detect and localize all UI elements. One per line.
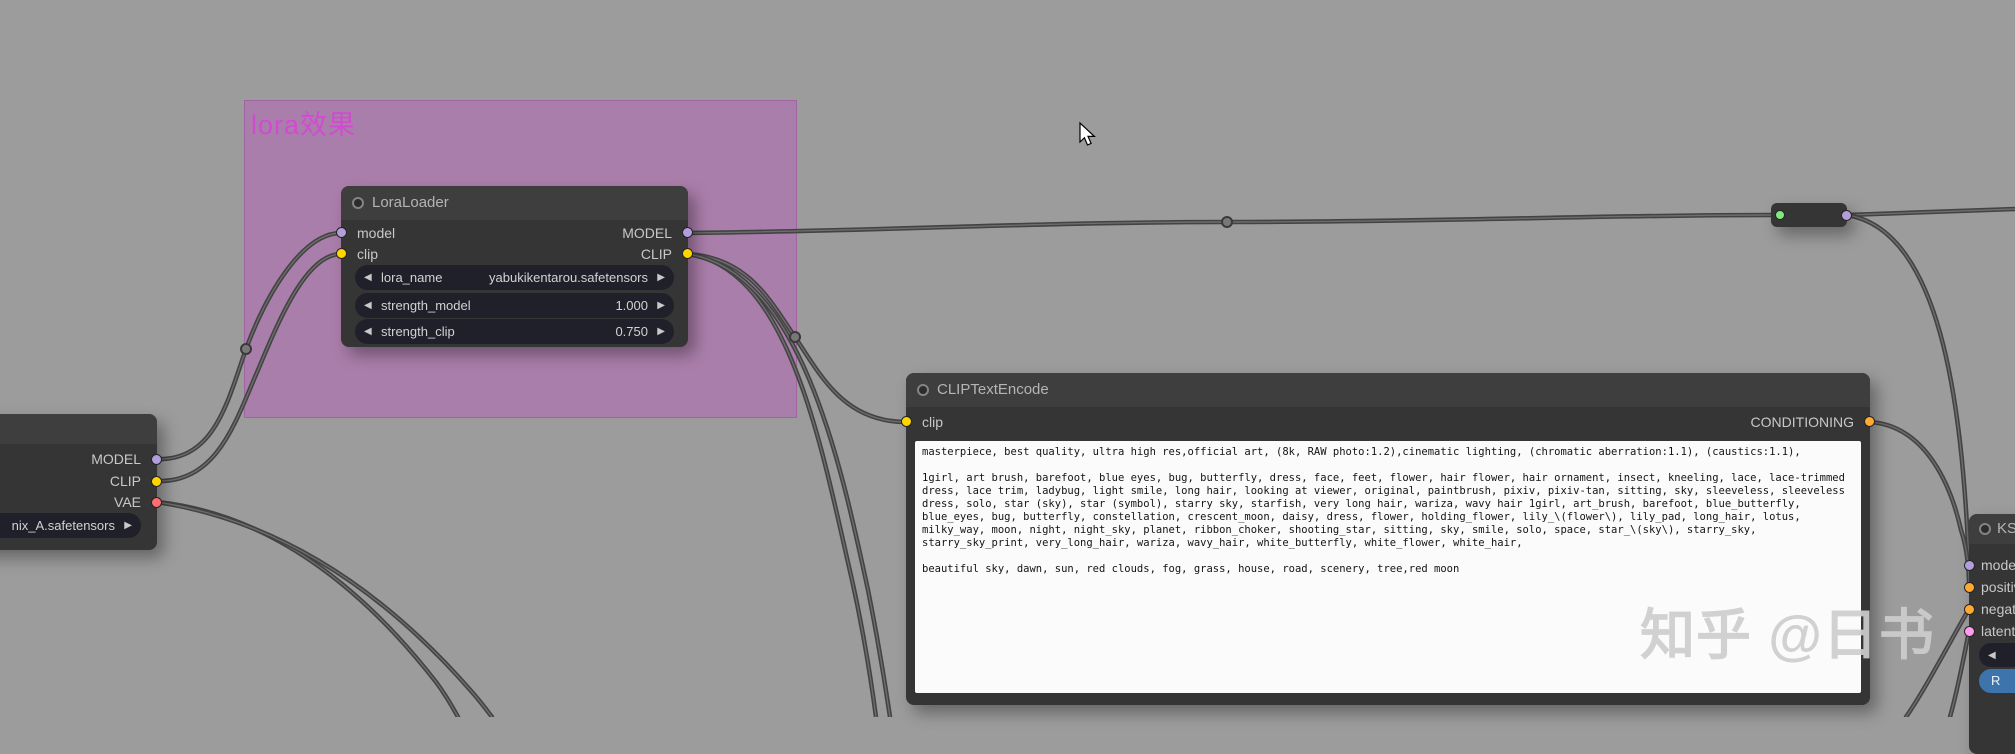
collapse-dot-icon[interactable] bbox=[917, 384, 929, 396]
model-input-label: model bbox=[357, 225, 396, 241]
prompt-paragraph: 1girl, art brush, barefoot, blue eyes, b… bbox=[922, 472, 1852, 549]
clip-input-dot[interactable] bbox=[336, 248, 347, 259]
reroute-dot[interactable] bbox=[240, 343, 252, 355]
wire-checkpoint-vae-down-b bbox=[154, 499, 495, 717]
reroute-input-dot[interactable] bbox=[1775, 210, 1785, 220]
wire-lora-clip-branch-b bbox=[685, 251, 893, 717]
conditioning-output-dot[interactable] bbox=[1864, 416, 1875, 427]
positive-input-label: positive bbox=[1981, 579, 2015, 595]
clip-output-label: CLIP bbox=[109, 473, 141, 489]
clip-output-dot[interactable] bbox=[682, 248, 693, 259]
clip-output-dot[interactable] bbox=[151, 476, 162, 487]
checkpoint-loader-node[interactable]: MODEL CLIP VAE nix_A.safetensors ▶ bbox=[0, 414, 162, 550]
positive-input-dot[interactable] bbox=[1964, 582, 1975, 593]
model-input-dot[interactable] bbox=[1964, 560, 1975, 571]
wire-checkpoint-clip-to-lora bbox=[154, 251, 344, 484]
prompt-paragraph: masterpiece, best quality, ultra high re… bbox=[922, 446, 1801, 458]
wire-collapsed-out-right bbox=[1844, 206, 2015, 218]
widget-value: yabukikentarou.safetensors bbox=[489, 270, 648, 285]
clip-input-label: clip bbox=[922, 414, 944, 430]
arrow-left-icon[interactable]: ◀ bbox=[364, 265, 372, 290]
model-output-dot[interactable] bbox=[151, 454, 162, 465]
blue-widget[interactable]: R bbox=[1979, 669, 2015, 693]
strength-clip-widget[interactable]: ◀ strength_clip 0.750 ▶ bbox=[355, 319, 674, 344]
strength-model-widget[interactable]: ◀ strength_model 1.000 ▶ bbox=[355, 293, 674, 318]
collapse-dot-icon[interactable] bbox=[1979, 523, 1991, 535]
model-input-label: model bbox=[1981, 557, 2015, 573]
reroute-dot[interactable] bbox=[789, 331, 801, 343]
widget-value: 1.000 bbox=[615, 298, 648, 313]
node-title: CLIPTextEncode bbox=[937, 381, 1049, 398]
vae-output-dot[interactable] bbox=[151, 497, 162, 508]
model-output-label: MODEL bbox=[622, 225, 672, 241]
widget-label: strength_model bbox=[381, 298, 471, 313]
watermark-text: 知乎 @日书 bbox=[1640, 604, 1935, 666]
blue-widget-label: R bbox=[1991, 673, 2001, 688]
model-output-dot[interactable] bbox=[682, 227, 693, 238]
wire-latent-from-bottom bbox=[1947, 628, 1972, 717]
seed-widget[interactable]: ◀ bbox=[1979, 643, 2015, 667]
lora-titlebar[interactable]: LoraLoader bbox=[341, 186, 688, 220]
negative-input-label: negative bbox=[1981, 601, 2015, 617]
arrow-left-icon[interactable]: ◀ bbox=[364, 293, 372, 318]
arrow-left-icon[interactable]: ◀ bbox=[1988, 643, 1996, 668]
collapse-dot-icon[interactable] bbox=[352, 197, 364, 209]
conditioning-output-label: CONDITIONING bbox=[1750, 414, 1854, 430]
ckpt-name-widget[interactable]: nix_A.safetensors ▶ bbox=[0, 513, 141, 538]
arrow-right-icon[interactable]: ▶ bbox=[124, 513, 132, 538]
node-title: KSampler bbox=[1997, 520, 2015, 537]
node-graph-canvas[interactable]: lora效果 MODEL CLIP VAE nix_A.safetensors … bbox=[0, 0, 2015, 754]
widget-label: strength_clip bbox=[381, 324, 455, 339]
clip-input-dot[interactable] bbox=[901, 416, 912, 427]
reroute-dot[interactable] bbox=[1221, 216, 1233, 228]
checkpoint-titlebar[interactable] bbox=[0, 414, 157, 444]
wire-checkpoint-vae-down-a bbox=[154, 499, 461, 717]
lora-loader-node[interactable]: LoraLoader model clip MODEL CLIP ◀ lora_… bbox=[336, 186, 693, 347]
encode-titlebar[interactable]: CLIPTextEncode bbox=[906, 373, 1870, 407]
model-input-dot[interactable] bbox=[336, 227, 347, 238]
wire-conditioning-to-sampler bbox=[1867, 419, 1972, 590]
collapsed-reroute-node[interactable] bbox=[1771, 203, 1852, 227]
lora-name-widget[interactable]: ◀ lora_name yabukikentarou.safetensors ▶ bbox=[355, 265, 674, 290]
arrow-right-icon[interactable]: ▶ bbox=[657, 319, 665, 344]
clip-output-label: CLIP bbox=[640, 246, 672, 262]
prompt-paragraph: beautiful sky, dawn, sun, red clouds, fo… bbox=[922, 563, 1460, 575]
latent-input-dot[interactable] bbox=[1964, 626, 1975, 637]
latent-input-label: latent_image bbox=[1981, 623, 2015, 639]
model-output-label: MODEL bbox=[91, 451, 141, 467]
sampler-titlebar[interactable]: KSampler bbox=[1969, 514, 2015, 544]
vae-output-label: VAE bbox=[114, 494, 141, 510]
arrow-right-icon[interactable]: ▶ bbox=[657, 293, 665, 318]
ksampler-node[interactable]: KSampler model positive negative latent_… bbox=[1964, 514, 2015, 754]
node-title: LoraLoader bbox=[372, 194, 449, 211]
arrow-right-icon[interactable]: ▶ bbox=[657, 265, 665, 290]
reroute-output-dot[interactable] bbox=[1841, 210, 1852, 221]
negative-input-dot[interactable] bbox=[1964, 604, 1975, 615]
widget-value: 0.750 bbox=[615, 324, 648, 339]
arrow-left-icon[interactable]: ◀ bbox=[364, 319, 372, 344]
ckpt-name-value: nix_A.safetensors bbox=[11, 518, 115, 533]
clip-input-label: clip bbox=[357, 246, 379, 262]
widget-label: lora_name bbox=[381, 270, 443, 285]
